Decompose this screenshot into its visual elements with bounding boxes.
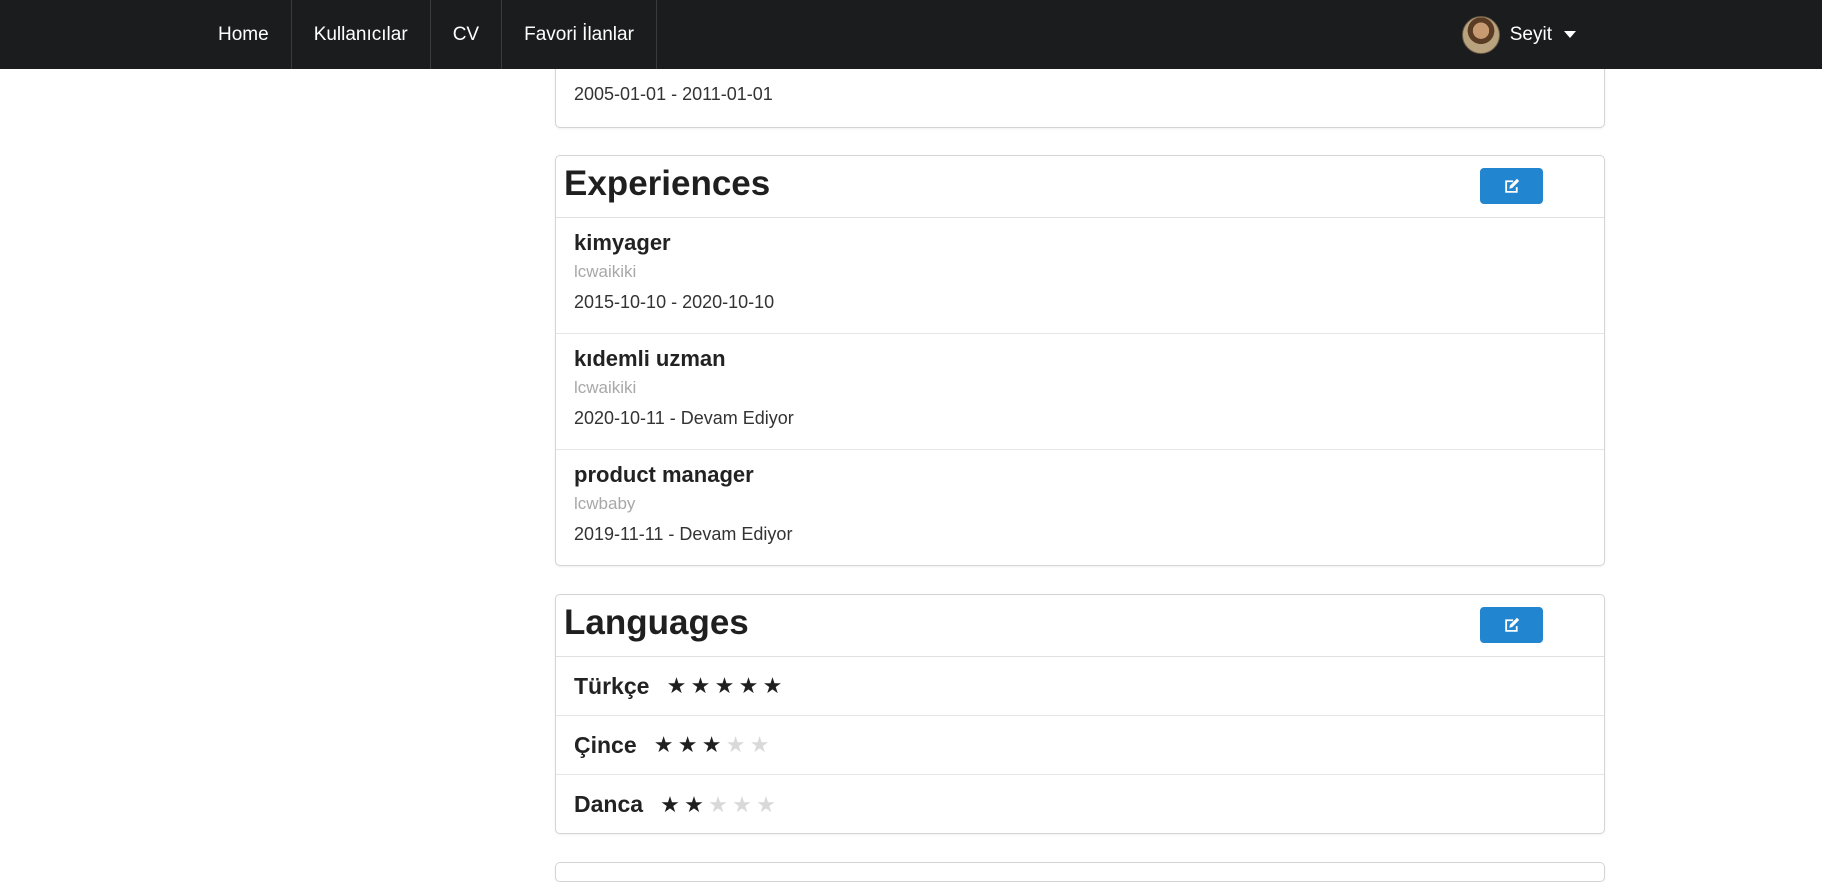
edit-languages-button[interactable] [1480, 607, 1543, 643]
star-icon[interactable]: ★ [665, 675, 687, 697]
navbar-container: Home Kullanıcılar CV Favori İlanlar Seyi… [196, 0, 1604, 69]
languages-title: Languages [564, 603, 749, 642]
languages-header: Languages [556, 595, 1604, 657]
star-icon[interactable]: ★ [701, 734, 723, 756]
experience-company: lcwbaby [574, 494, 636, 513]
star-icon[interactable]: ★ [689, 675, 711, 697]
language-rating: ★ ★ ★ ★ ★ [653, 734, 771, 756]
star-icon[interactable]: ★ [761, 675, 783, 697]
edit-experiences-button[interactable] [1480, 168, 1543, 204]
nav-item-favori-ilanlar[interactable]: Favori İlanlar [502, 0, 657, 69]
user-name: Seyit [1509, 23, 1552, 45]
language-name: Türkçe [574, 672, 650, 699]
experiences-title: Experiences [564, 164, 771, 203]
language-name: Çince [574, 731, 637, 758]
experience-item: product manager lcwbaby 2019-11-11 - Dev… [556, 450, 1604, 566]
language-rating: ★ ★ ★ ★ ★ [659, 793, 777, 816]
experience-dates: 2015-10-10 - 2020-10-10 [574, 292, 775, 312]
nav-item-home[interactable]: Home [196, 0, 292, 69]
experience-position: kimyager [574, 230, 671, 255]
nav-item-cv[interactable]: CV [431, 0, 503, 69]
nav-item-kullanicilar[interactable]: Kullanıcılar [292, 0, 431, 69]
experience-position: kıdemli uzman [574, 346, 726, 371]
language-item: Türkçe ★ ★ ★ ★ ★ [556, 657, 1604, 716]
experience-company: lcwaikiki [574, 262, 637, 281]
experience-dates: 2019-11-11 - Devam Ediyor [574, 524, 793, 544]
star-icon[interactable]: ★ [677, 734, 699, 756]
star-icon[interactable]: ★ [737, 675, 759, 697]
star-icon[interactable]: ★ [707, 793, 729, 816]
star-icon[interactable]: ★ [755, 793, 777, 816]
caret-down-icon [1564, 31, 1576, 38]
star-icon[interactable]: ★ [749, 734, 771, 756]
experience-item: kimyager lcwaikiki 2015-10-10 - 2020-10-… [556, 218, 1604, 334]
experience-dates: 2020-10-11 - Devam Ediyor [574, 408, 794, 428]
experience-company: lcwaikiki [574, 378, 637, 397]
experience-position: product manager [574, 462, 754, 487]
star-icon[interactable]: ★ [731, 793, 753, 816]
avatar [1461, 15, 1500, 54]
edit-icon [1504, 178, 1519, 193]
next-card-partial [555, 862, 1605, 882]
experiences-card: Experiences kimyager lcwaikiki 2015-10-1… [555, 155, 1605, 566]
edit-icon [1504, 617, 1519, 632]
experiences-header: Experiences [556, 156, 1604, 218]
star-icon[interactable]: ★ [659, 793, 681, 816]
star-icon[interactable]: ★ [683, 793, 705, 816]
language-rating: ★ ★ ★ ★ ★ [665, 675, 783, 697]
star-icon[interactable]: ★ [713, 675, 735, 697]
languages-card: Languages Türkçe ★ ★ ★ ★ ★ Çince ★ ★ ★ ★ ★ Danca… [555, 594, 1605, 834]
experience-item: kıdemli uzman lcwaikiki 2020-10-11 - Dev… [556, 334, 1604, 450]
language-item: Danca ★ ★ ★ ★ ★ [556, 775, 1604, 834]
language-item: Çince ★ ★ ★ ★ ★ [556, 716, 1604, 775]
star-icon[interactable]: ★ [725, 734, 747, 756]
user-dropdown[interactable]: Seyit [1461, 0, 1604, 69]
star-icon[interactable]: ★ [653, 734, 675, 756]
top-navbar: Home Kullanıcılar CV Favori İlanlar Seyi… [0, 0, 1822, 69]
language-name: Danca [574, 791, 644, 817]
education-dates: 2005-01-01 - 2011-01-01 [574, 84, 773, 104]
